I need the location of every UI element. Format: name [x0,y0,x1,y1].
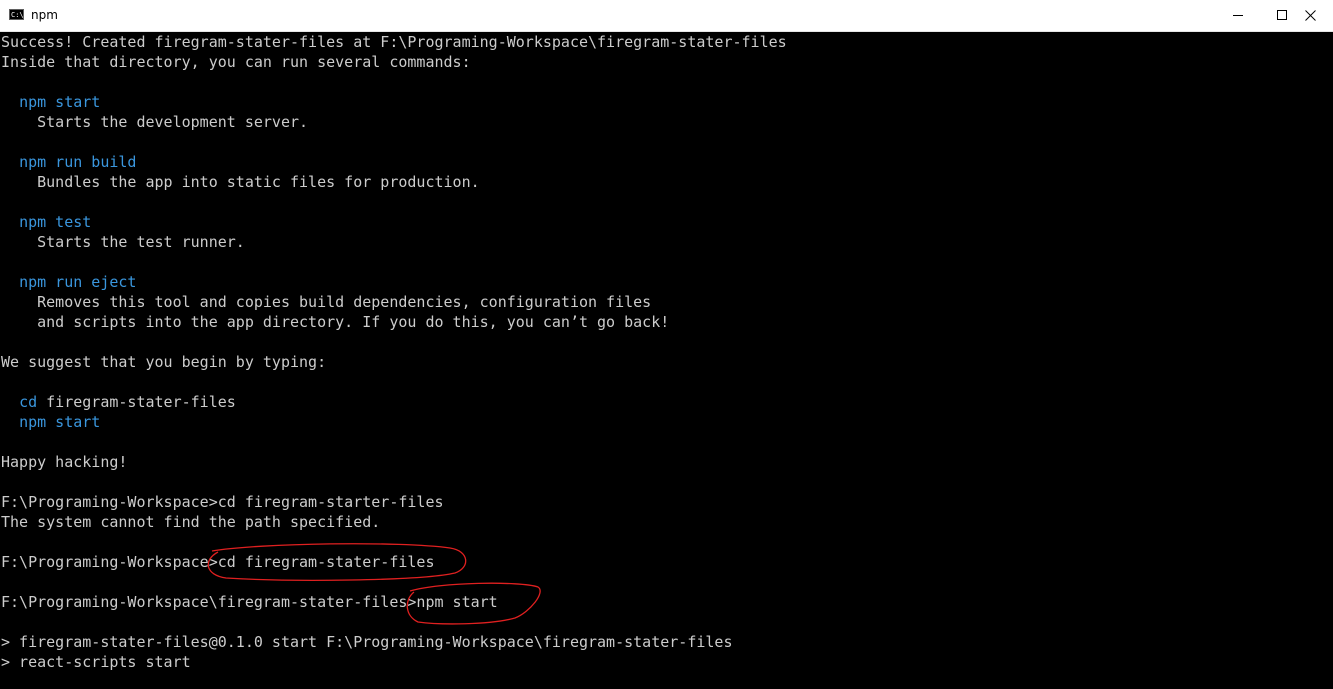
output-text: Removes this tool and copies build depen… [1,293,652,311]
output-text: Success! Created firegram-stater-files a… [1,33,787,51]
terminal-line: and scripts into the app directory. If y… [1,312,1331,332]
output-text: F:\Programing-Workspace\firegram-stater-… [1,593,498,611]
terminal-line: F:\Programing-Workspace\firegram-stater-… [1,592,1331,612]
terminal-line: npm run build [1,152,1331,172]
command-text: npm start [19,93,101,111]
output-text: Starts the development server. [1,113,309,131]
command-text: npm start [19,413,101,431]
terminal-line: We suggest that you begin by typing: [1,352,1331,372]
output-text: F:\Programing-Workspace>cd firegram-stat… [1,553,435,571]
terminal-line: Bundles the app into static files for pr… [1,172,1331,192]
terminal-line: Happy hacking! [1,452,1331,472]
terminal-line: cd firegram-stater-files [1,392,1331,412]
output-text: We suggest that you begin by typing: [1,353,327,371]
terminal-line: Inside that directory, you can run sever… [1,52,1331,72]
terminal-line: F:\Programing-Workspace>cd firegram-stat… [1,552,1331,572]
terminal-line: npm test [1,212,1331,232]
close-icon [1304,10,1316,21]
output-text: Starts the test runner. [1,233,245,251]
terminal-line: Success! Created firegram-stater-files a… [1,32,1331,52]
terminal-line: > react-scripts start [1,652,1331,672]
console-icon: C:\ [9,9,24,20]
command-text: npm test [19,213,92,231]
terminal-line: Starts the development server. [1,112,1331,132]
output-text: The system cannot find the path specifie… [1,513,381,531]
output-text: > react-scripts start [1,653,191,671]
title-bar[interactable]: C:\ npm [0,0,1333,32]
terminal-output[interactable]: Success! Created firegram-stater-files a… [1,32,1331,689]
terminal-line: npm start [1,412,1331,432]
maximize-icon [1276,10,1287,20]
command-text: npm run build [19,153,137,171]
window-title: npm [31,8,58,22]
terminal-line: npm start [1,92,1331,112]
terminal-line: Removes this tool and copies build depen… [1,292,1331,312]
terminal-line: > firegram-stater-files@0.1.0 start F:\P… [1,632,1331,652]
terminal-line: The system cannot find the path specifie… [1,512,1331,532]
terminal-line: Starts the test runner. [1,232,1331,252]
output-text: Happy hacking! [1,453,128,471]
output-text: Inside that directory, you can run sever… [1,53,471,71]
terminal-line: F:\Programing-Workspace>cd firegram-star… [1,492,1331,512]
command-text: npm run eject [19,273,137,291]
output-text: Bundles the app into static files for pr… [1,173,480,191]
minimize-icon [1232,15,1243,16]
output-text: and scripts into the app directory. If y… [1,313,670,331]
output-text: firegram-stater-files [37,393,236,411]
output-text: F:\Programing-Workspace>cd firegram-star… [1,493,444,511]
minimize-button[interactable] [1215,0,1261,31]
command-text: cd [19,393,38,411]
console-window: C:\ npm Success! Created firegram-stater… [0,0,1333,689]
close-button[interactable] [1287,0,1333,31]
terminal-line: npm run eject [1,272,1331,292]
output-text: > firegram-stater-files@0.1.0 start F:\P… [1,633,733,651]
